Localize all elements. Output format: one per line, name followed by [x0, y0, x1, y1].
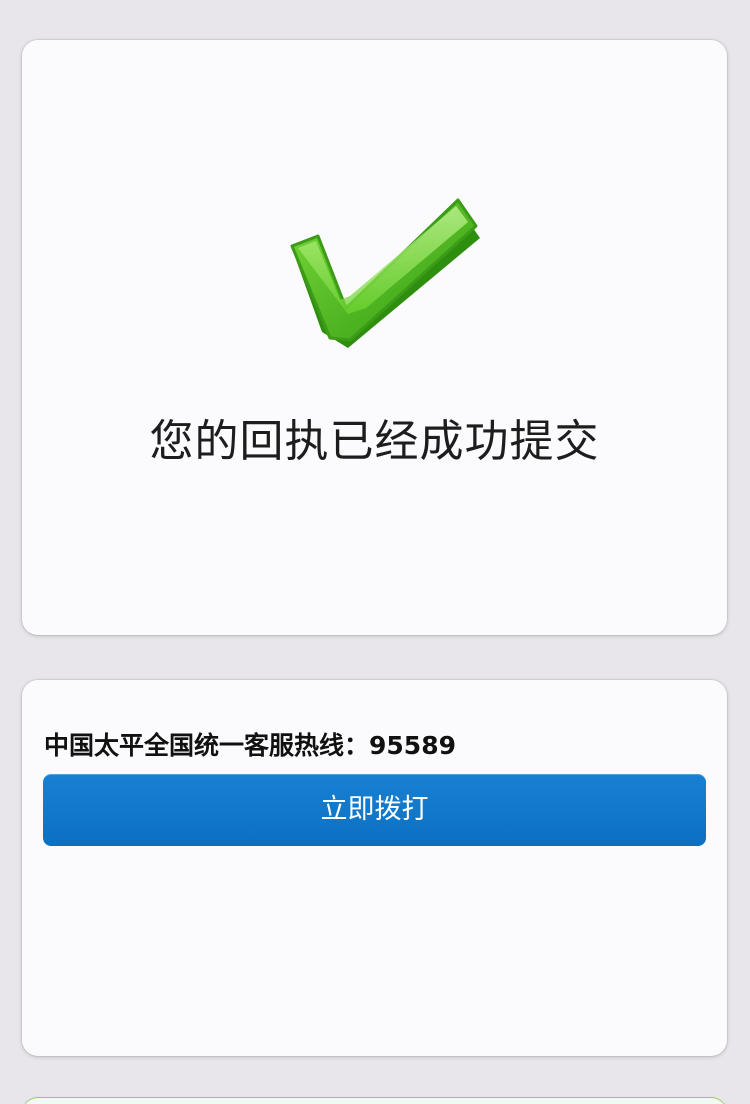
call-now-button[interactable]: 立即拨打 — [43, 774, 706, 846]
hotline-text: 中国太平全国统一客服热线：95589 — [44, 730, 456, 762]
hotline-label: 中国太平全国统一客服热线： — [44, 731, 370, 760]
green-check-icon — [290, 198, 480, 348]
hotline-card: 中国太平全国统一客服热线：95589 立即拨打 — [22, 680, 727, 1056]
next-card-peek — [22, 1098, 727, 1104]
hotline-number: 95589 — [369, 731, 456, 760]
page: 您的回执已经成功提交 中国太平全国统一客服热线：95589 立即拨打 — [0, 0, 750, 1104]
success-message: 您的回执已经成功提交 — [149, 416, 600, 467]
success-card: 您的回执已经成功提交 — [22, 40, 727, 635]
